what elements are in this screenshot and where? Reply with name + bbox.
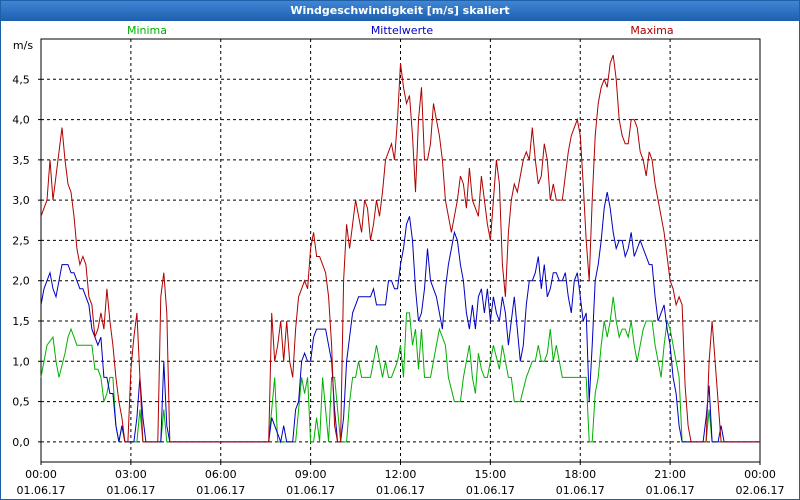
y-tick-label: 4,0 <box>12 114 30 127</box>
x-tick-time-label: 00:00 <box>744 468 776 481</box>
x-tick-date-label: 01.06.17 <box>106 484 155 497</box>
y-tick-label: 1,0 <box>12 355 30 368</box>
x-tick-time-label: 09:00 <box>295 468 327 481</box>
y-tick-label: 0,0 <box>12 436 30 449</box>
x-tick-date-label: 01.06.17 <box>466 484 515 497</box>
x-axis-ticks: 00:00 01.06.17 03:00 01.06.17 06:00 01.06.17 0… <box>17 462 785 497</box>
x-tick-time-label: 06:00 <box>205 468 237 481</box>
x-tick-date-label: 02.06.17 <box>736 484 785 497</box>
legend: Minima Mittelwerte Maxima <box>127 24 674 37</box>
y-tick-label: 3,0 <box>12 194 30 207</box>
y-tick-label: 2,0 <box>12 275 30 288</box>
y-axis-ticks: 0,0 0,5 1,0 1,5 2,0 2,5 3,0 3,5 4,0 4,5 <box>12 73 41 449</box>
x-tick-time-label: 21:00 <box>654 468 686 481</box>
x-tick-date-label: 01.06.17 <box>196 484 245 497</box>
x-tick-time-label: 18:00 <box>564 468 596 481</box>
x-tick-date-label: 01.06.17 <box>556 484 605 497</box>
x-tick-date-label: 01.06.17 <box>376 484 425 497</box>
y-tick-label: 4,5 <box>12 73 30 86</box>
window-title: Windgeschwindigkeit [m/s] skaliert <box>1 1 799 21</box>
chart-window: Windgeschwindigkeit [m/s] skaliert 0,0 0,… <box>0 0 800 500</box>
y-tick-label: 2,5 <box>12 234 30 247</box>
legend-item-mittelwerte: Mittelwerte <box>371 24 434 37</box>
legend-item-maxima: Maxima <box>630 24 673 37</box>
x-tick-time-label: 12:00 <box>385 468 417 481</box>
x-tick-time-label: 15:00 <box>475 468 507 481</box>
x-tick-time-label: 03:00 <box>115 468 147 481</box>
y-tick-label: 1,5 <box>12 315 30 328</box>
x-tick-date-label: 01.06.17 <box>17 484 66 497</box>
y-tick-label: 3,5 <box>12 154 30 167</box>
y-axis-label: m/s <box>13 39 33 52</box>
x-tick-date-label: 01.06.17 <box>646 484 695 497</box>
legend-item-minima: Minima <box>127 24 167 37</box>
x-tick-time-label: 00:00 <box>25 468 57 481</box>
y-tick-label: 0,5 <box>12 396 30 409</box>
x-tick-date-label: 01.06.17 <box>286 484 335 497</box>
chart-svg: 0,0 0,5 1,0 1,5 2,0 2,5 3,0 3,5 4,0 4,5 00:00 01.0… <box>12 24 785 497</box>
